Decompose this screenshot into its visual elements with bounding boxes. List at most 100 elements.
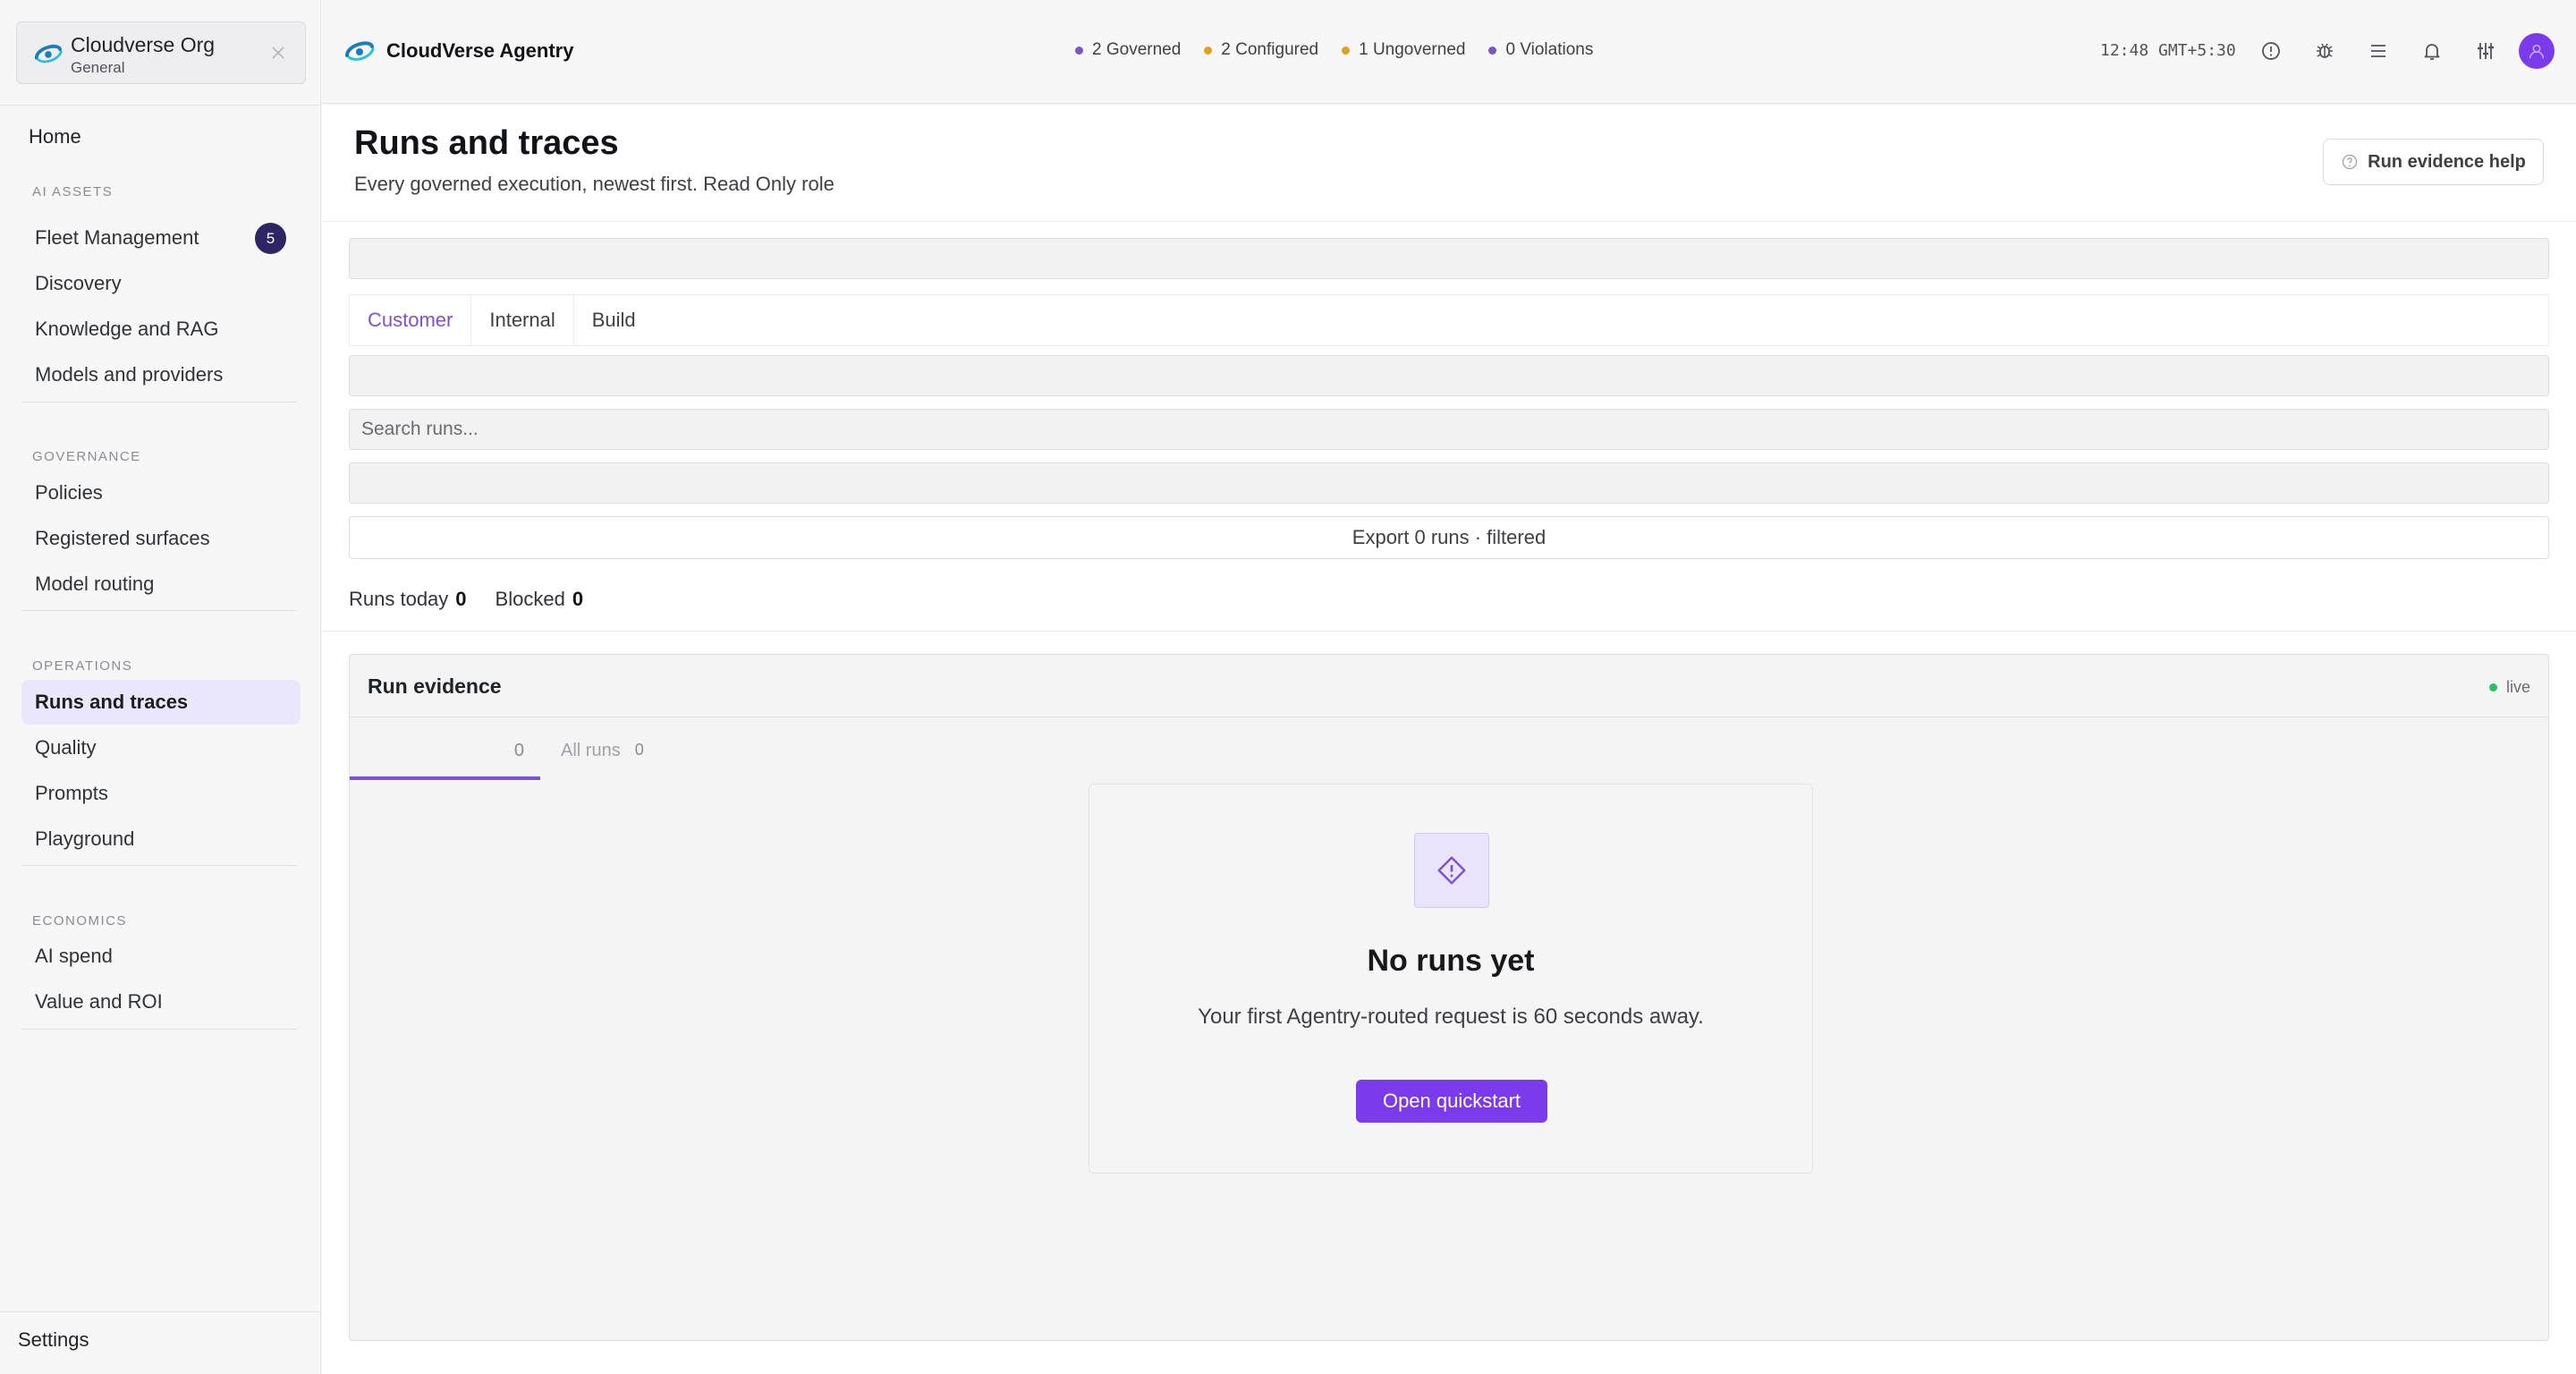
page-title: Runs and traces — [354, 124, 619, 162]
sidebar-item-label: Runs and traces — [35, 691, 189, 713]
stat-label: Runs today — [349, 588, 449, 610]
audience-tabs: Customer Internal Build — [349, 294, 2549, 346]
org-workspace: General — [71, 59, 125, 76]
clock: 12:48 GMT+5:30 — [2100, 41, 2236, 60]
sidebar-footer: Settings — [0, 1311, 321, 1374]
section-label-ai-assets: AI Assets — [32, 184, 114, 199]
tab-label: All runs — [561, 741, 621, 760]
status-configured[interactable]: 2 Configured — [1204, 40, 1318, 60]
sidebar-item-label: Fleet Management — [35, 226, 199, 249]
sidebar-item-registered-surfaces[interactable]: Registered surfaces — [21, 516, 301, 561]
stat-runs-today: Runs today 0 — [349, 588, 467, 611]
section-label-economics: Economics — [32, 913, 128, 929]
status-label: 2 Governed — [1092, 40, 1182, 59]
org-switcher[interactable]: Cloudverse Org General — [16, 21, 306, 84]
export-runs-button[interactable]: Export 0 runs · filtered — [349, 516, 2549, 559]
run-evidence-panel: Run evidence live 0 All runs 0 No runs y… — [349, 654, 2549, 1341]
sidebar-item-label: Knowledge and RAG — [35, 318, 219, 340]
live-dot — [2488, 683, 2497, 691]
sidebar-item-runs-and-traces[interactable]: Runs and traces — [21, 680, 301, 725]
sidebar-item-label: AI spend — [35, 945, 113, 967]
user-icon — [2529, 44, 2545, 59]
sidebar-item-ai-spend[interactable]: AI spend — [21, 934, 301, 979]
sidebar-item-label: Policies — [35, 481, 103, 504]
status-violations[interactable]: 0 Violations — [1488, 40, 1593, 60]
sidebar-item-quality[interactable]: Quality — [21, 725, 301, 770]
stat-blocked: Blocked 0 — [496, 588, 584, 611]
section-divider — [21, 402, 297, 403]
tab-active-runs[interactable]: 0 — [350, 732, 540, 780]
sidebar-item-playground[interactable]: Playground — [21, 817, 301, 861]
main-content: Runs and traces Every governed execution… — [322, 105, 2576, 1374]
sidebar-item-prompts[interactable]: Prompts — [21, 771, 301, 816]
section-label-operations: Operations — [32, 658, 133, 674]
empty-state-text: Your first Agentry-routed request is 60 … — [1198, 1005, 1704, 1029]
section-divider — [21, 1029, 297, 1030]
bell-icon[interactable] — [2417, 36, 2447, 66]
filter-bar[interactable] — [349, 355, 2549, 396]
status-dot — [1204, 46, 1213, 55]
stat-label: Blocked — [495, 588, 565, 610]
sidebar-item-discovery[interactable]: Discovery — [21, 261, 301, 306]
tab-count: 0 — [634, 741, 644, 759]
empty-state-title: No runs yet — [1367, 944, 1535, 978]
live-indicator: live — [2488, 678, 2530, 697]
stats-divider — [322, 631, 2576, 632]
sidebar-item-label: Models and providers — [35, 363, 224, 386]
sidebar-item-home[interactable]: Home — [29, 125, 81, 148]
sidebar-item-models-and-providers[interactable]: Models and providers — [21, 352, 301, 397]
panel-header: Run evidence live — [350, 655, 2548, 717]
sidebar: Cloudverse Org General Home AI Assets Fl… — [0, 0, 321, 1374]
panel-title: Run evidence — [368, 674, 502, 698]
sidebar-divider — [0, 105, 321, 106]
tab-count: 0 — [513, 741, 524, 760]
stat-value: 0 — [572, 588, 584, 610]
sidebar-item-value-and-roi[interactable]: Value and ROI — [21, 980, 301, 1024]
user-avatar[interactable] — [2519, 33, 2555, 69]
info-icon[interactable] — [2256, 36, 2286, 66]
status-governed[interactable]: 2 Governed — [1075, 40, 1181, 60]
sidebar-item-knowledge-and-rag[interactable]: Knowledge and RAG — [21, 307, 301, 352]
org-name: Cloudverse Org — [71, 33, 216, 56]
sidebar-item-model-routing[interactable]: Model routing — [21, 562, 301, 606]
run-stats: Runs today 0 Blocked 0 — [349, 588, 583, 611]
cloudverse-logo-icon — [345, 41, 375, 61]
live-label: live — [2505, 678, 2530, 696]
status-dot — [1075, 46, 1083, 55]
sidebar-item-fleet-management[interactable]: Fleet Management 5 — [21, 216, 301, 260]
sidebar-item-settings[interactable]: Settings — [18, 1328, 89, 1352]
filter-bar[interactable] — [349, 462, 2549, 504]
sidebar-item-label: Discovery — [35, 272, 122, 294]
status-dot — [1342, 46, 1351, 55]
tab-customer[interactable]: Customer — [350, 295, 472, 345]
list-icon[interactable] — [2363, 36, 2394, 66]
button-label: Run evidence help — [2368, 151, 2526, 172]
top-bar: CloudVerse Agentry 2 Governed 2 Configur… — [322, 0, 2576, 104]
brand-name: CloudVerse Agentry — [386, 39, 574, 62]
status-label: 1 Ungoverned — [1359, 40, 1466, 59]
status-ungoverned[interactable]: 1 Ungoverned — [1342, 40, 1465, 60]
open-quickstart-button[interactable]: Open quickstart — [1356, 1080, 1547, 1123]
filter-bar[interactable] — [349, 238, 2549, 279]
status-dot — [1488, 46, 1497, 55]
help-circle-icon — [2342, 154, 2358, 170]
bug-icon[interactable] — [2309, 36, 2340, 66]
sliders-icon[interactable] — [2470, 36, 2501, 66]
run-evidence-help-button[interactable]: Run evidence help — [2323, 139, 2544, 185]
count-badge: 5 — [255, 223, 286, 254]
cloudverse-logo-icon — [34, 45, 63, 64]
search-input[interactable] — [349, 409, 2549, 450]
section-divider — [21, 610, 297, 611]
tab-internal[interactable]: Internal — [471, 295, 574, 345]
alert-diamond-icon — [1414, 833, 1489, 908]
sidebar-item-policies[interactable]: Policies — [21, 471, 301, 515]
page-subtitle: Every governed execution, newest first. … — [354, 173, 835, 195]
tab-build[interactable]: Build — [574, 295, 654, 345]
status-label: 2 Configured — [1221, 40, 1319, 59]
governance-status-strip: 2 Governed 2 Configured 1 Ungoverned 0 V… — [1075, 40, 1593, 60]
status-label: 0 Violations — [1505, 40, 1594, 59]
section-label-governance: Governance — [32, 449, 141, 464]
empty-state: No runs yet Your first Agentry-routed re… — [1089, 784, 1813, 1174]
close-icon[interactable] — [267, 42, 289, 64]
tab-all-runs[interactable]: All runs 0 — [561, 732, 644, 780]
